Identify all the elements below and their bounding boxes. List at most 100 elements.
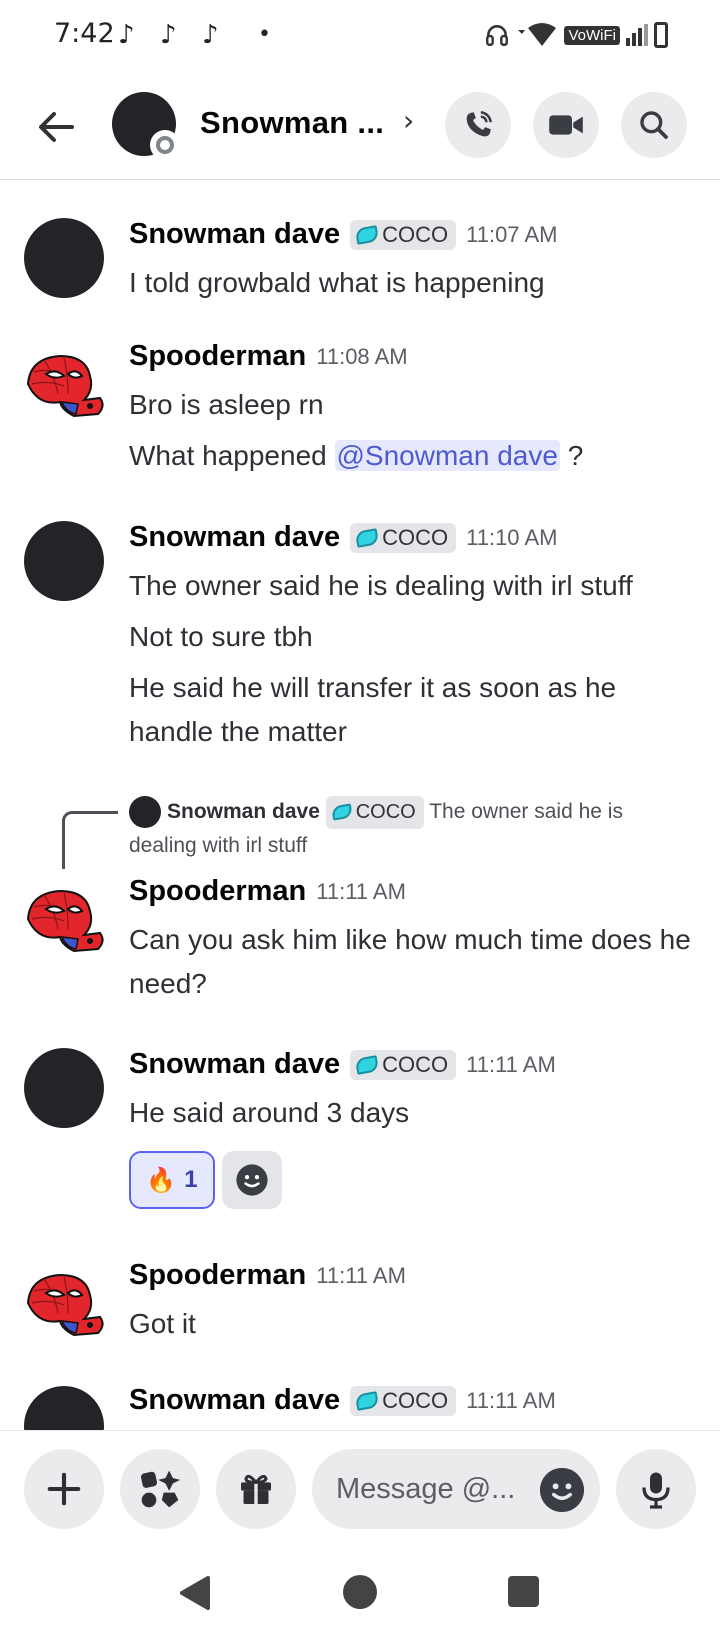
clan-tag: COCO [325, 795, 424, 829]
clan-tag[interactable]: COCO [350, 522, 457, 553]
gift-button[interactable] [216, 1449, 296, 1529]
avatar[interactable] [24, 218, 104, 298]
smiley-icon [540, 1468, 584, 1512]
microphone-icon [642, 1472, 670, 1509]
search-button[interactable] [621, 92, 687, 158]
leaf-icon [354, 224, 380, 245]
clan-tag[interactable]: COCO [350, 1049, 457, 1080]
timestamp: 11:10 AM [466, 524, 558, 550]
notification-dot: • [258, 22, 271, 47]
message[interactable]: Snowman dave COCO 11:11 AM [0, 1384, 720, 1430]
add-reaction-button[interactable] [222, 1151, 282, 1209]
status-indicator-icon [150, 130, 180, 160]
message-text: Bro is asleep rn [129, 389, 324, 420]
message-composer: Message @... [0, 1430, 720, 1530]
emoji-button[interactable] [540, 1468, 584, 1512]
gift-icon [241, 1474, 271, 1504]
message-header: Spooderman 11:08 AM [129, 340, 408, 373]
smiley-icon [236, 1164, 268, 1196]
author-name[interactable]: Snowman dave [129, 218, 340, 251]
tag-label: COCO [355, 800, 416, 823]
chevron-right-icon[interactable]: › [403, 104, 414, 137]
leaf-icon [354, 1390, 380, 1411]
user-mention[interactable]: @Snowman dave [334, 440, 560, 471]
reaction-count: 1 [184, 1166, 198, 1193]
author-name[interactable]: Spooderman [129, 875, 306, 908]
timestamp: 11:07 AM [466, 221, 558, 247]
tag-label: COCO [382, 1387, 449, 1413]
reply-connector [62, 811, 118, 869]
timestamp: 11:11 AM [316, 1262, 406, 1288]
reply-preview[interactable]: Snowman dave COCO The owner said he is d… [129, 795, 689, 862]
battery-icon [654, 22, 668, 48]
clan-tag[interactable]: COCO [350, 219, 457, 250]
tiktok-icon: ♪ [160, 20, 177, 50]
message-header: Snowman dave COCO 11:11 AM [129, 1384, 556, 1417]
message-header: Snowman dave COCO 11:10 AM [129, 521, 557, 554]
add-attachment-button[interactable] [24, 1449, 104, 1529]
spiderman-avatar[interactable] [24, 885, 108, 955]
message-text: Not to sure tbh [129, 621, 313, 652]
message-text: I told growbald what is happening [129, 267, 545, 298]
system-nav-bar [0, 1550, 720, 1640]
author-name[interactable]: Spooderman [129, 340, 306, 373]
signal-icon [626, 24, 648, 46]
reaction-fire[interactable]: 🔥 1 [129, 1151, 215, 1209]
vowifi-label: VoWiFi [564, 25, 620, 45]
headset-icon [486, 25, 509, 46]
timestamp: 11:11 AM [466, 1387, 556, 1413]
spiderman-avatar[interactable] [24, 350, 108, 420]
search-icon [640, 111, 668, 139]
message-text: What happened @Snowman dave ? [129, 434, 699, 478]
nav-recents-icon[interactable] [508, 1576, 539, 1607]
author-name[interactable]: Snowman dave [129, 1384, 340, 1417]
author-name[interactable]: Spooderman [129, 1259, 306, 1292]
message-header: Snowman dave COCO 11:07 AM [129, 218, 557, 251]
message-text: He said around 3 days [129, 1097, 410, 1128]
message-text: The owner said he is dealing with irl st… [129, 570, 633, 601]
voice-call-button[interactable] [445, 92, 511, 158]
reply-author: Snowman dave [167, 800, 320, 823]
leaf-icon [330, 803, 353, 822]
video-camera-icon [549, 115, 583, 135]
nav-home-icon[interactable] [343, 1575, 377, 1609]
apps-button[interactable] [120, 1449, 200, 1529]
message-header: Spooderman 11:11 AM [129, 1259, 406, 1292]
message-text: Can you ask him like how much time does … [129, 924, 691, 999]
fire-emoji: 🔥 [146, 1166, 177, 1194]
avatar[interactable] [24, 521, 104, 601]
author-name[interactable]: Snowman dave [129, 1048, 340, 1081]
message-header: Snowman dave COCO 11:11 AM [129, 1048, 556, 1081]
voice-message-button[interactable] [616, 1449, 696, 1529]
clan-tag[interactable]: COCO [350, 1385, 457, 1416]
wifi-icon [518, 23, 557, 46]
message-text: He said he will transfer it as soon as h… [129, 672, 617, 747]
back-arrow-icon[interactable] [32, 102, 82, 152]
avatar[interactable] [24, 1386, 104, 1430]
message-text-part: What happened [129, 440, 327, 471]
avatar [129, 796, 161, 829]
message-text: Got it [129, 1308, 196, 1339]
tiktok-icon: ♪ [202, 20, 219, 50]
message-input[interactable]: Message @... [312, 1449, 600, 1529]
status-bar: 7:42 ♪ ♪ ♪ • VoWiFi [0, 0, 720, 72]
tiktok-icon: ♪ [118, 20, 135, 50]
tag-label: COCO [382, 524, 449, 550]
tag-label: COCO [382, 1051, 449, 1077]
leaf-icon [354, 527, 380, 548]
message-placeholder: Message @... [336, 1472, 516, 1505]
channel-title[interactable]: Snowman ... [200, 105, 384, 141]
tag-label: COCO [382, 221, 449, 247]
video-call-button[interactable] [533, 92, 599, 158]
timestamp: 11:08 AM [316, 343, 408, 369]
spiderman-avatar[interactable] [24, 1269, 108, 1339]
apps-icon [140, 1470, 181, 1508]
message-text-part: ? [559, 440, 584, 471]
message-header: Spooderman 11:11 AM [129, 875, 406, 908]
avatar[interactable] [24, 1048, 104, 1128]
nav-back-icon[interactable] [176, 1574, 212, 1612]
timestamp: 11:11 AM [316, 878, 406, 904]
timestamp: 11:11 AM [466, 1051, 556, 1077]
author-name[interactable]: Snowman dave [129, 521, 340, 554]
plus-icon [47, 1472, 81, 1506]
